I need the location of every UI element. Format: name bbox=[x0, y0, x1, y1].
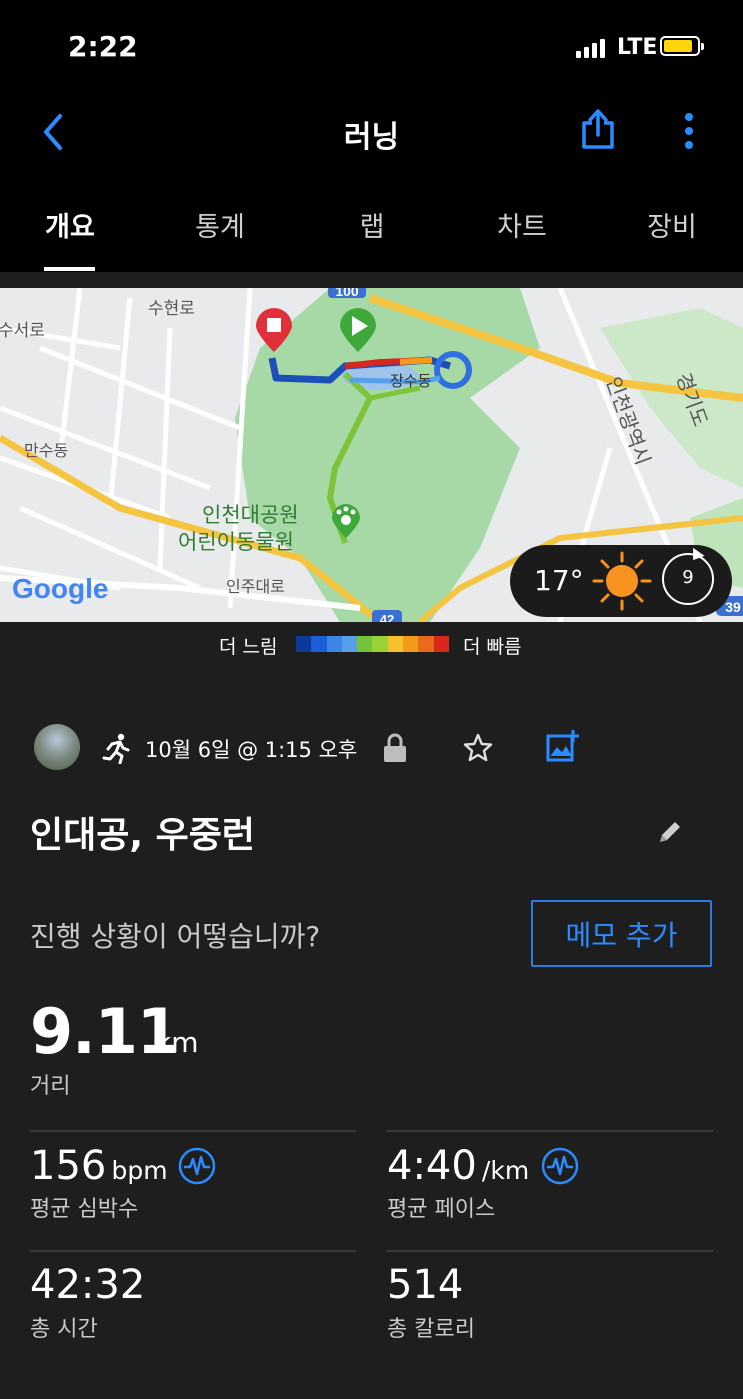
pace-legend: 더 느림 더 빠름 bbox=[0, 630, 743, 658]
calories-label: 총 칼로리 bbox=[387, 1317, 475, 1342]
tab-laps[interactable]: 랩 bbox=[312, 205, 432, 244]
pace-unit: /km bbox=[481, 1156, 530, 1185]
map-label-jangsu-dong: 장수동 bbox=[390, 372, 432, 390]
heart-rate-label: 평균 심박수 bbox=[30, 1197, 139, 1222]
weather-temp: 17° bbox=[534, 564, 584, 597]
add-photo-icon[interactable] bbox=[545, 728, 581, 764]
running-icon bbox=[102, 733, 130, 764]
shield-100: 100 bbox=[335, 288, 359, 299]
signal-icon bbox=[576, 39, 605, 58]
pace-label: 평균 페이스 bbox=[387, 1197, 496, 1222]
divider bbox=[387, 1250, 713, 1252]
tab-gear[interactable]: 장비 bbox=[612, 205, 732, 244]
sunny-icon bbox=[592, 551, 652, 611]
map-label-park: 인천대공원 bbox=[202, 503, 299, 527]
legend-swatch bbox=[357, 636, 373, 652]
total-time-value: 42:32 bbox=[30, 1262, 146, 1308]
pace-chart-icon[interactable] bbox=[541, 1147, 579, 1185]
legend-swatch bbox=[403, 636, 419, 652]
map-label-mansu-dong: 만수동 bbox=[24, 441, 68, 460]
legend-swatch bbox=[387, 636, 404, 652]
tab-charts[interactable]: 차트 bbox=[462, 205, 582, 244]
route-map[interactable]: 100 42 39 수현로 수서로 만수동 장수동 인천광역시 경기도 인천대공… bbox=[0, 288, 743, 622]
avatar[interactable] bbox=[34, 724, 80, 770]
legend-swatch bbox=[433, 636, 449, 652]
share-icon[interactable] bbox=[580, 108, 616, 150]
more-options-icon[interactable] bbox=[684, 112, 694, 150]
total-time-label: 총 시간 bbox=[30, 1317, 98, 1342]
add-memo-button[interactable]: 메모 추가 bbox=[531, 900, 712, 967]
divider bbox=[30, 1250, 356, 1252]
status-time: 2:22 bbox=[68, 30, 138, 63]
map-label-inju-ro: 인주대로 bbox=[226, 577, 285, 596]
pace-color-scale bbox=[296, 636, 449, 652]
distance-unit: km bbox=[155, 1026, 199, 1059]
battery-icon bbox=[660, 36, 704, 56]
legend-swatch bbox=[326, 636, 342, 652]
legend-swatch bbox=[341, 636, 358, 652]
legend-fast-label: 더 빠름 bbox=[463, 636, 522, 658]
shield-42: 42 bbox=[380, 612, 394, 622]
tab-indicator bbox=[44, 267, 95, 271]
google-logo: Google bbox=[12, 573, 108, 604]
heart-rate-unit: bpm bbox=[111, 1156, 168, 1185]
heart-rate-chart-icon[interactable] bbox=[178, 1147, 216, 1185]
edit-pencil-icon[interactable] bbox=[656, 818, 684, 846]
map-label-zoo: 어린이동물원 bbox=[178, 530, 294, 554]
wind-speed: 9 bbox=[682, 567, 694, 588]
divider bbox=[387, 1130, 713, 1132]
network-label: LTE bbox=[617, 35, 658, 60]
calories-value: 514 bbox=[387, 1262, 464, 1308]
map-label-suseo-ro: 수서로 bbox=[0, 321, 45, 341]
activity-name: 인대공, 우중런 bbox=[30, 815, 255, 856]
shield-39: 39 bbox=[725, 599, 741, 615]
map-label-suhyeon-ro: 수현로 bbox=[148, 299, 195, 319]
legend-swatch bbox=[372, 636, 388, 652]
weather-badge: 17° 9 bbox=[510, 545, 732, 617]
star-icon[interactable] bbox=[462, 732, 494, 764]
activity-date: 10월 6일 @ 1:15 오후 bbox=[145, 738, 358, 762]
pace-value: 4:40 bbox=[387, 1143, 477, 1189]
progress-question: 진행 상황이 어떻습니까? bbox=[30, 920, 321, 953]
heart-rate-value: 156 bbox=[30, 1143, 107, 1189]
pace-stat[interactable]: 4:40 /km bbox=[387, 1143, 529, 1189]
legend-swatch bbox=[311, 636, 327, 652]
distance-label: 거리 bbox=[30, 1074, 71, 1099]
lock-icon[interactable] bbox=[383, 733, 407, 763]
wind-indicator: 9 bbox=[662, 547, 714, 605]
tab-overview[interactable]: 개요 bbox=[10, 205, 130, 244]
legend-swatch bbox=[418, 636, 434, 652]
heart-rate-stat[interactable]: 156 bpm bbox=[30, 1143, 168, 1189]
page-title: 러닝 bbox=[343, 120, 400, 155]
tab-stats[interactable]: 통계 bbox=[160, 205, 280, 244]
legend-slow-label: 더 느림 bbox=[219, 636, 278, 658]
divider bbox=[30, 1130, 356, 1132]
legend-swatch bbox=[296, 636, 312, 652]
